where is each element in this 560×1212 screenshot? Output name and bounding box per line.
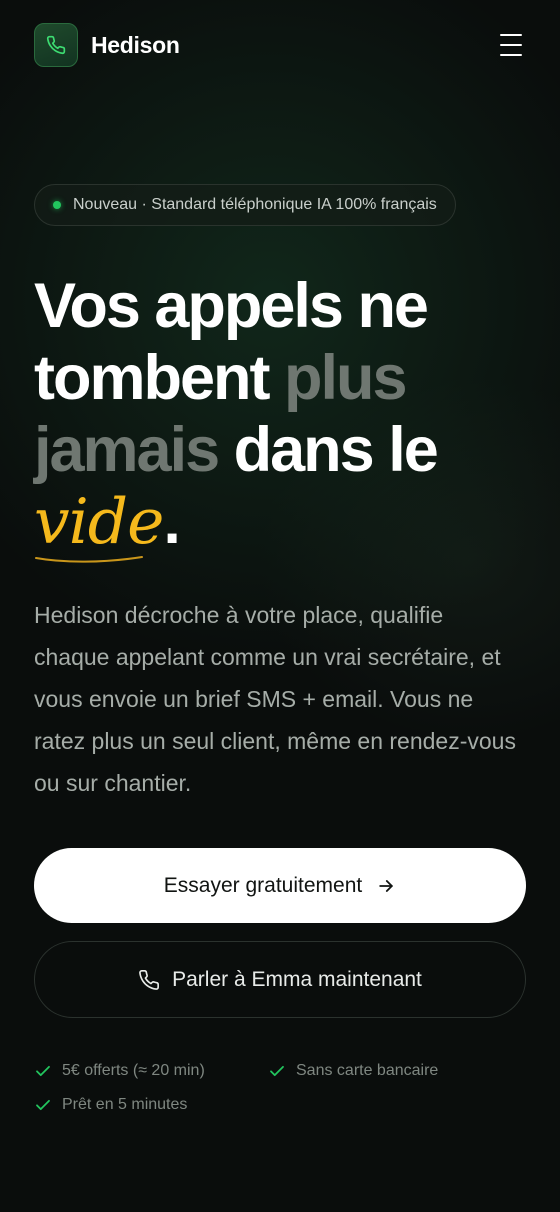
- page-title: Vos appels ne tombent plus jamais dans l…: [34, 270, 534, 558]
- hamburger-menu-icon: [500, 34, 522, 36]
- talk-to-emma-label: Parler à Emma maintenant: [172, 967, 422, 991]
- arrow-right-icon: [379, 879, 393, 892]
- perk-item: Prêt en 5 minutes: [34, 1096, 187, 1114]
- announcement-badge: Nouveau · Standard téléphonique IA 100% …: [34, 184, 456, 226]
- badge-text: Nouveau · Standard téléphonique IA 100% …: [73, 196, 437, 213]
- perk-label: Prêt en 5 minutes: [62, 1096, 188, 1113]
- talk-to-emma-button[interactable]: Parler à Emma maintenant: [34, 941, 526, 1018]
- check-icon: [36, 1099, 50, 1111]
- check-icon: [270, 1065, 284, 1077]
- headline-accent: vide: [34, 485, 164, 558]
- perk-label: 5€ offerts (≈ 20 min): [62, 1062, 205, 1079]
- check-icon: [36, 1065, 50, 1077]
- hero-description: Hedison décroche à votre place, qualifie…: [34, 602, 516, 796]
- brand[interactable]: Hedison: [34, 23, 180, 67]
- headline-period: .: [163, 487, 180, 557]
- status-dot-icon: [53, 201, 61, 209]
- brand-name: Hedison: [91, 31, 180, 58]
- hero-page: Hedison Nouveau · Standard téléphonique …: [0, 0, 560, 1212]
- headline-part-3: dans le: [218, 415, 439, 485]
- brand-logo: [34, 23, 78, 67]
- perk-item: Sans carte bancaire: [268, 1062, 438, 1080]
- hamburger-menu-button[interactable]: [500, 34, 526, 56]
- accent-underline-icon: [35, 556, 143, 563]
- try-free-button[interactable]: Essayer gratuitement: [34, 848, 526, 923]
- site-header: Hedison: [34, 22, 526, 68]
- try-free-label: Essayer gratuitement: [163, 873, 363, 897]
- perk-label: Sans carte bancaire: [296, 1062, 439, 1079]
- phone-icon: [46, 35, 66, 55]
- phone-icon: [139, 969, 160, 990]
- perk-item: 5€ offerts (≈ 20 min): [34, 1062, 205, 1080]
